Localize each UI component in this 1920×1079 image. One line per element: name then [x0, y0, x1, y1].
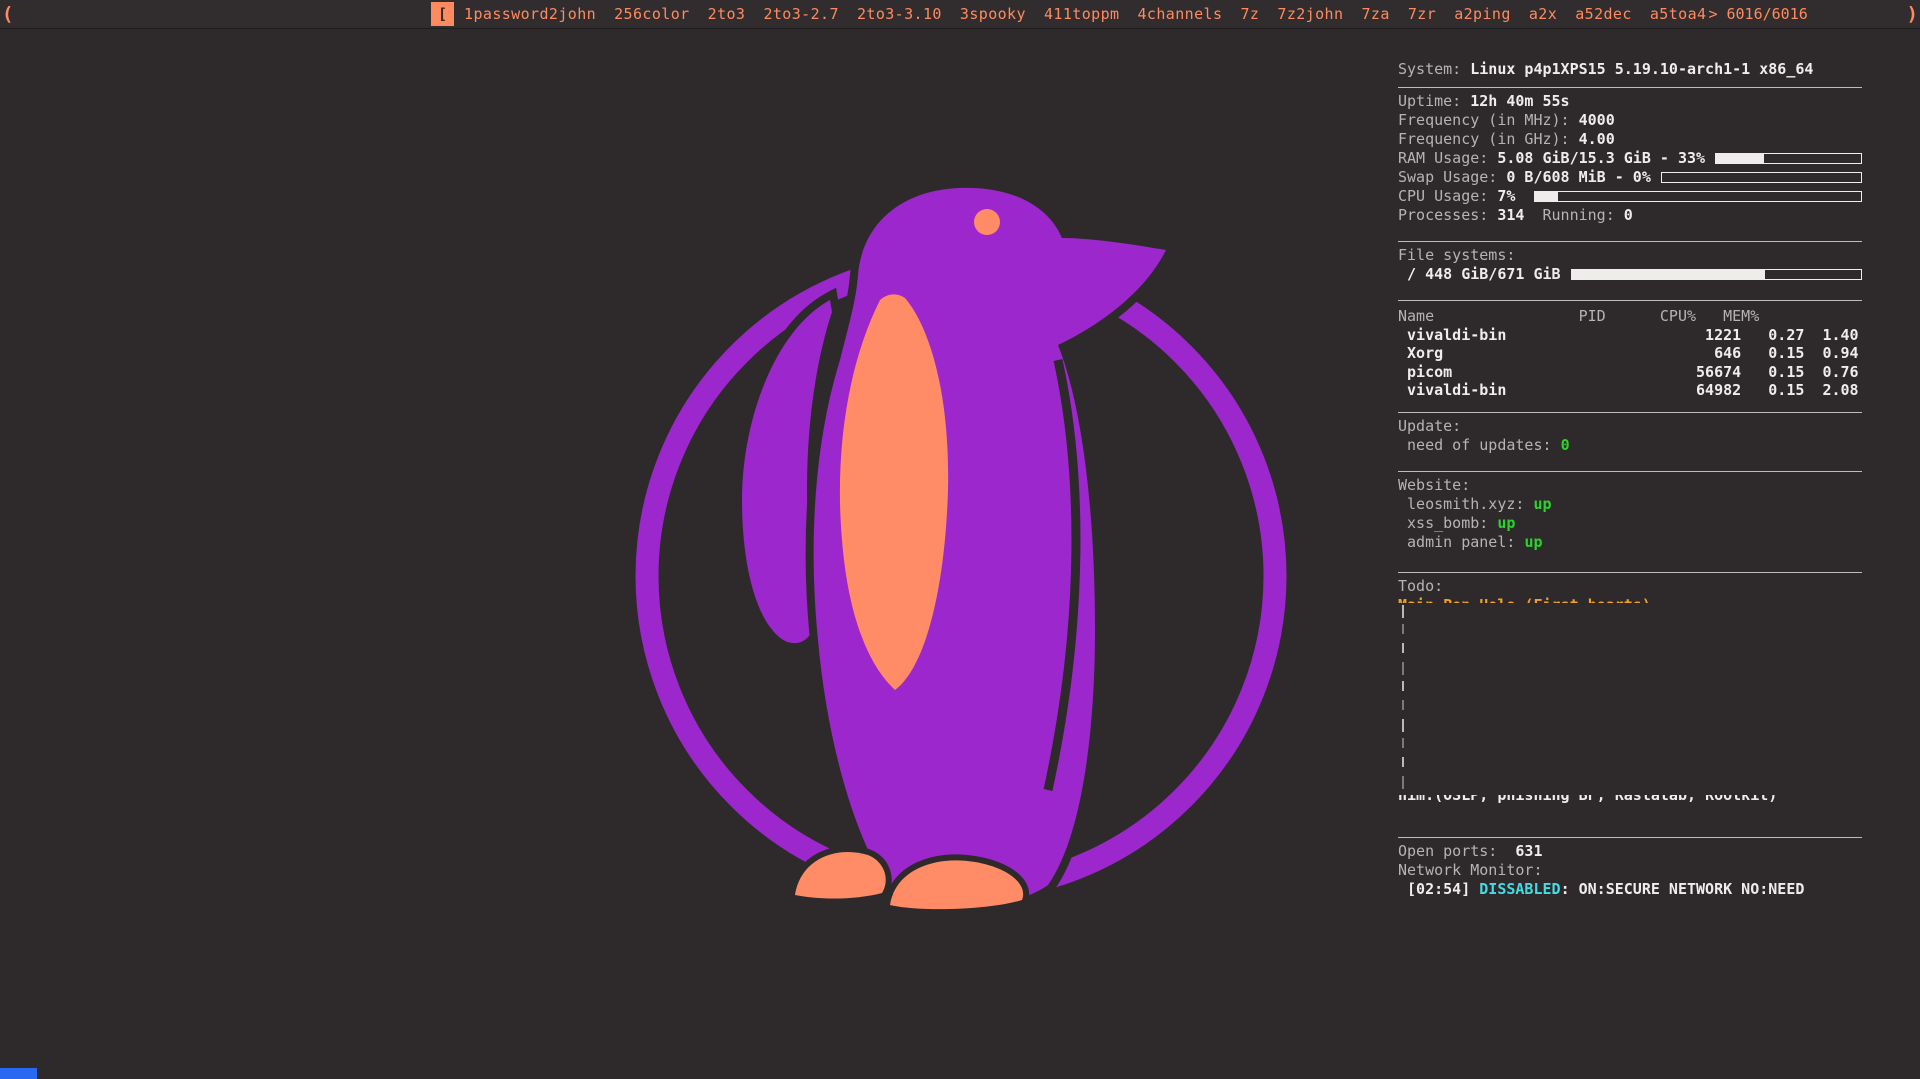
- todo-fragment: [1402, 757, 1404, 767]
- divider: [1398, 837, 1862, 838]
- divider: [1398, 572, 1862, 573]
- filesystems-title-label: File systems:: [1398, 246, 1515, 265]
- freq-mhz-line: Frequency (in MHz): 4000: [1398, 111, 1862, 130]
- freq-ghz-value: 4.00: [1579, 130, 1615, 149]
- penguin-foot-right-icon: [890, 860, 1023, 909]
- swap-label: Swap Usage:: [1398, 168, 1506, 187]
- swap-value: 0 B/608 MiB - 0%: [1506, 168, 1651, 187]
- swap-line: Swap Usage: 0 B/608 MiB - 0%: [1398, 168, 1862, 187]
- cpu-value: 7%: [1497, 187, 1524, 206]
- system-value: Linux p4p1XPS15 5.19.10-arch1-1 x86_64: [1470, 60, 1813, 79]
- running-label: Running:: [1524, 206, 1623, 225]
- process-row: vivaldi-bin 1221 0.27 1.40: [1398, 326, 1862, 345]
- network-monitor-status-line: [02:54] DISSABLED: ON:SECURE NETWORK NO:…: [1398, 880, 1862, 899]
- todo-fragment: [1402, 624, 1404, 634]
- todo-fragment: [1402, 738, 1404, 748]
- freq-ghz-line: Frequency (in GHz): 4.00: [1398, 130, 1862, 149]
- processes-label: Processes:: [1398, 206, 1497, 225]
- todo-clipped-line-top: Main Pen Hole (First hearts): [1398, 596, 1862, 603]
- filesystems-title: File systems:: [1398, 246, 1862, 265]
- freq-mhz-label: Frequency (in MHz):: [1398, 111, 1579, 130]
- processes-value: 314: [1497, 206, 1524, 225]
- freq-ghz-label: Frequency (in GHz):: [1398, 130, 1579, 149]
- network-monitor-detail: : ON:SECURE NETWORK NO:NEED: [1561, 880, 1805, 899]
- open-ports-value: 631: [1506, 842, 1542, 861]
- todo-clipped-fragments: [1398, 603, 1862, 795]
- process-row: vivaldi-bin 64982 0.15 2.08: [1398, 381, 1862, 400]
- divider: [1398, 412, 1862, 413]
- ram-line: RAM Usage: 5.08 GiB/15.3 GiB - 33%: [1398, 149, 1862, 168]
- update-title: Update:: [1398, 417, 1862, 436]
- system-monitor: System: Linux p4p1XPS15 5.19.10-arch1-1 …: [1398, 60, 1862, 899]
- uptime-label: Uptime:: [1398, 92, 1470, 111]
- uptime-value: 12h 40m 55s: [1470, 92, 1569, 111]
- website-entry-label: leosmith.xyz:: [1398, 495, 1533, 514]
- fs-value: 448 GiB/671 GiB: [1425, 265, 1560, 284]
- uptime-line: Uptime: 12h 40m 55s: [1398, 92, 1862, 111]
- system-line: System: Linux p4p1XPS15 5.19.10-arch1-1 …: [1398, 60, 1862, 79]
- freq-mhz-value: 4000: [1579, 111, 1615, 130]
- cpu-label: CPU Usage:: [1398, 187, 1497, 206]
- taskbar-fragment: [0, 1068, 37, 1079]
- divider: [1398, 87, 1862, 88]
- running-value: 0: [1624, 206, 1633, 225]
- todo-title: Todo:: [1398, 577, 1862, 596]
- process-row: Xorg 646 0.15 0.94: [1398, 344, 1862, 363]
- ram-label: RAM Usage:: [1398, 149, 1497, 168]
- updates-line: need of updates: 0: [1398, 436, 1862, 455]
- todo-clipped-line-bottom: him.(OSLP, phishing BF, Rastatab, Rootki…: [1398, 795, 1862, 813]
- ram-bar: [1715, 153, 1862, 164]
- todo-fragment: [1402, 605, 1404, 618]
- process-row: picom 56674 0.15 0.76: [1398, 363, 1862, 382]
- website-title-label: Website:: [1398, 476, 1470, 495]
- website-title: Website:: [1398, 476, 1862, 495]
- network-monitor-title: Network Monitor:: [1398, 861, 1862, 880]
- divider: [1398, 241, 1862, 242]
- processes-line: Processes: 314 Running: 0: [1398, 206, 1862, 225]
- todo-fragment: [1402, 681, 1404, 691]
- open-ports-line: Open ports: 631: [1398, 842, 1862, 861]
- divider: [1398, 471, 1862, 472]
- update-title-label: Update:: [1398, 417, 1461, 436]
- cpu-line: CPU Usage: 7%: [1398, 187, 1862, 206]
- website-entry: admin panel: up: [1398, 533, 1862, 552]
- desktop: ( [ 1password2john 256color 2to3 2to3-2.…: [0, 0, 1920, 1079]
- updates-label: need of updates:: [1398, 436, 1561, 455]
- todo-fragment: [1402, 700, 1404, 710]
- open-ports-label: Open ports:: [1398, 842, 1506, 861]
- filesystem-root-line: / 448 GiB/671 GiB: [1398, 265, 1862, 284]
- network-monitor-time: [02:54]: [1398, 880, 1479, 899]
- penguin-foot-left-icon: [795, 852, 886, 899]
- website-entry: xss_bomb: up: [1398, 514, 1862, 533]
- website-entry-label: admin panel:: [1398, 533, 1524, 552]
- todo-fragment: [1402, 719, 1404, 732]
- penguin-eye-icon: [974, 209, 1000, 235]
- todo-fragment: [1402, 776, 1404, 789]
- ram-value: 5.08 GiB/15.3 GiB - 33%: [1497, 149, 1705, 168]
- network-monitor-status: DISSABLED: [1479, 880, 1560, 899]
- network-monitor-label: Network Monitor:: [1398, 861, 1543, 880]
- process-table: Name PID CPU% MEM% vivaldi-bin 1221 0.27…: [1398, 307, 1862, 400]
- todo-fragment: [1402, 662, 1404, 675]
- website-entry: leosmith.xyz: up: [1398, 495, 1862, 514]
- todo-title-label: Todo:: [1398, 577, 1443, 596]
- divider: [1398, 300, 1862, 301]
- updates-value: 0: [1561, 436, 1570, 455]
- system-label: System:: [1398, 60, 1470, 79]
- cpu-bar: [1534, 191, 1862, 202]
- todo-fragment: [1402, 643, 1404, 653]
- website-entry-status: up: [1533, 495, 1551, 514]
- fs-mount: /: [1398, 265, 1425, 284]
- swap-bar: [1661, 172, 1862, 183]
- website-entry-status: up: [1524, 533, 1542, 552]
- fs-bar: [1571, 269, 1862, 280]
- website-entry-status: up: [1497, 514, 1515, 533]
- website-entry-label: xss_bomb:: [1398, 514, 1497, 533]
